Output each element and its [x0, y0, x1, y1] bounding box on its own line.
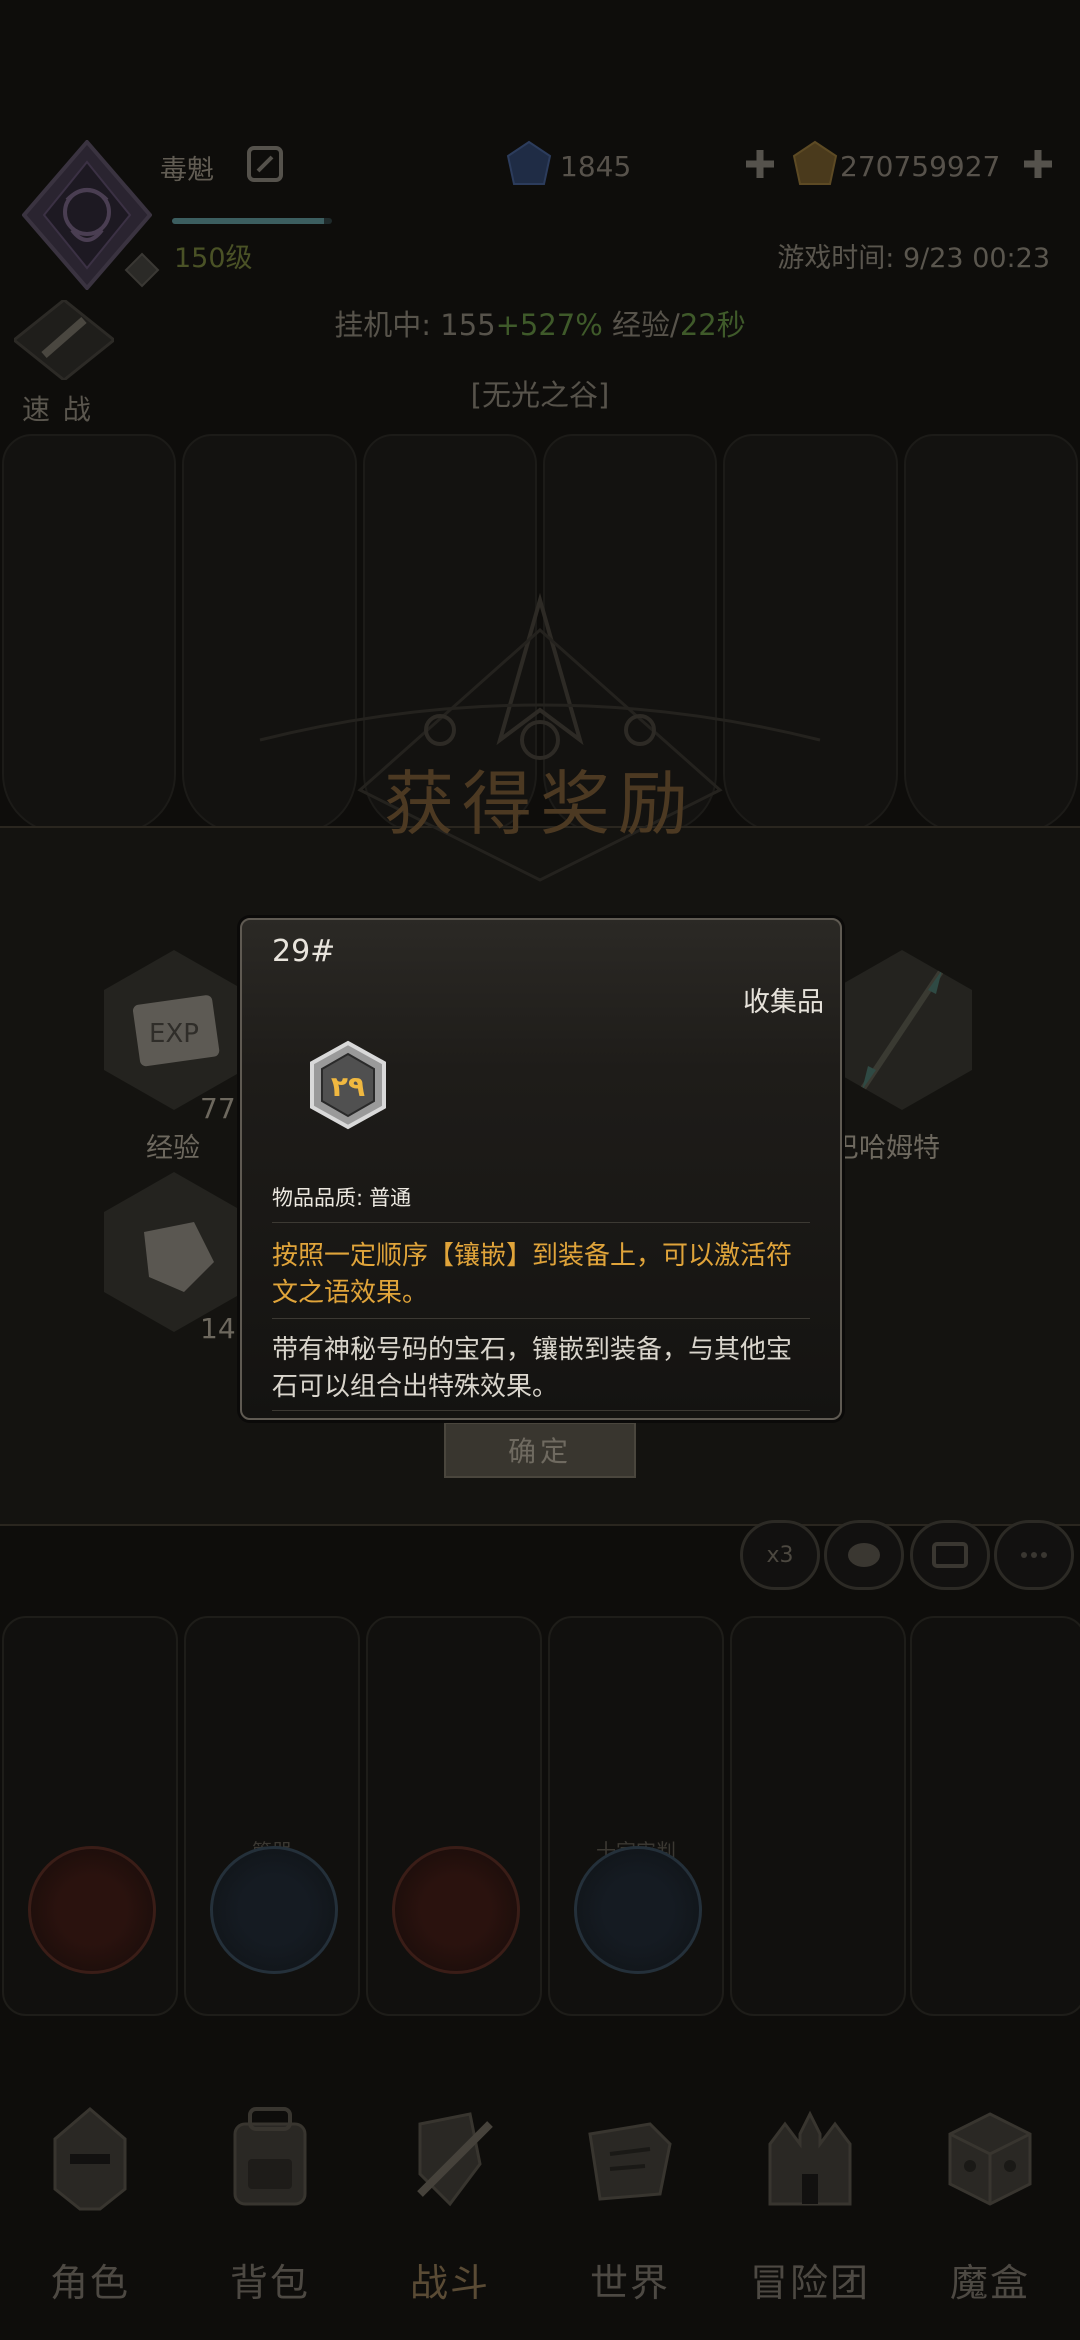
chat-button[interactable] [994, 1520, 1074, 1590]
nav-label: 背包 [229, 2261, 310, 2305]
chat-icon [1021, 1552, 1047, 1558]
player-level: 150级 [174, 243, 253, 274]
mail-button[interactable] [910, 1520, 990, 1590]
nav-item-character[interactable]: 角色 [0, 2070, 180, 2340]
nav-label: 冒险团 [749, 2261, 870, 2305]
item-detail-modal[interactable]: 29# 收集品 ٢٩ 物品品质: 普通 按照一定顺序【镶嵌】到装备上，可以激活符… [240, 918, 842, 1420]
character-card[interactable] [366, 1616, 542, 2016]
character-card[interactable] [730, 1616, 906, 2016]
item-effect: 按照一定顺序【镶嵌】到装备上，可以激活符文之语效果。 [272, 1241, 793, 1308]
divider [272, 1222, 810, 1223]
reward-exp-label: 经验 [146, 1133, 200, 1164]
nav-item-magic-box[interactable]: 魔盒 [900, 2070, 1080, 2340]
gold-count: 270759927 [840, 150, 1001, 183]
bottom-nav: 角色 背包 战斗 世界 冒险团 魔盒 [0, 2070, 1080, 2340]
mail-icon [932, 1542, 968, 1568]
level-badge-icon [124, 252, 160, 288]
sword-shield-icon [417, 2112, 493, 2207]
rune-gem-icon: ٢٩ [310, 1040, 386, 1130]
speed-x3-button[interactable]: x3 [740, 1520, 820, 1590]
reward-weapon-label: 巴哈姆特 [832, 1133, 940, 1164]
nav-label: 角色 [49, 2261, 130, 2305]
nav-label: 战斗 [409, 2261, 490, 2305]
gem-icon [506, 140, 552, 185]
nav-item-battle[interactable]: 战斗 [360, 2070, 540, 2340]
exp-icon-text: EXP [149, 1019, 199, 1049]
nav-item-backpack[interactable]: 背包 [180, 2070, 360, 2340]
idle-rate: 22秒 [679, 308, 746, 342]
item-quality-value: 普通 [369, 1186, 412, 1210]
reward-exp-count: 77 [200, 1092, 236, 1125]
map-icon [588, 2122, 672, 2201]
idle-bonus: +527% [495, 308, 603, 342]
player-name: 毒魁 [160, 155, 214, 186]
add-gold-icon[interactable] [1020, 146, 1056, 182]
helmet-icon [53, 2107, 127, 2211]
game-time: 游戏时间: 9/23 00:23 [777, 243, 1050, 274]
zone-name[interactable]: [无光之谷] [0, 372, 1080, 414]
idle-status-prefix: 挂机中: 155 [334, 308, 496, 342]
skill-orb [574, 1846, 702, 1974]
nav-item-guild[interactable]: 冒险团 [720, 2070, 900, 2340]
idle-status-middle: 经验/ [602, 308, 680, 342]
nav-label: 世界 [589, 2261, 670, 2305]
nav-label: 魔盒 [949, 2261, 1030, 2305]
character-card[interactable]: 管器 [184, 1616, 360, 2016]
reward-material-count: 14 [200, 1312, 236, 1345]
skill-orb [28, 1846, 156, 1974]
xp-progress-fill [172, 218, 324, 224]
item-quality-label: 物品品质: [272, 1186, 364, 1210]
auto-icon [848, 1543, 880, 1567]
cube-icon [948, 2112, 1032, 2206]
nav-item-world[interactable]: 世界 [540, 2070, 720, 2340]
item-description: 带有神秘号码的宝石，镶嵌到装备，与其他宝石可以组合出特殊效果。 [272, 1335, 793, 1402]
backpack-icon [233, 2107, 307, 2206]
skill-orb [392, 1846, 520, 1974]
skill-orb [210, 1846, 338, 1974]
reward-title: 获得奖励 [384, 763, 696, 845]
divider [272, 1318, 810, 1319]
character-card[interactable] [910, 1616, 1080, 2016]
item-name: 29# [272, 934, 336, 969]
gem-count: 1845 [560, 150, 632, 183]
character-card[interactable]: 十字审判 [548, 1616, 724, 2016]
divider [272, 1410, 810, 1411]
confirm-button[interactable]: 确定 [444, 1422, 636, 1478]
add-gems-icon[interactable] [742, 146, 778, 182]
castle-icon [768, 2110, 852, 2206]
auto-battle-button[interactable] [824, 1520, 904, 1590]
edit-name-icon[interactable] [246, 145, 284, 183]
idle-status: 挂机中: 155+527% 经验/22秒 [0, 302, 1080, 344]
xp-progress-bar [172, 218, 332, 224]
item-quality: 物品品质: 普通 [272, 1182, 411, 1212]
character-card[interactable] [2, 1616, 178, 2016]
item-type: 收集品 [743, 987, 824, 1018]
rune-gem-text: ٢٩ [331, 1070, 365, 1103]
gold-icon [792, 140, 838, 185]
